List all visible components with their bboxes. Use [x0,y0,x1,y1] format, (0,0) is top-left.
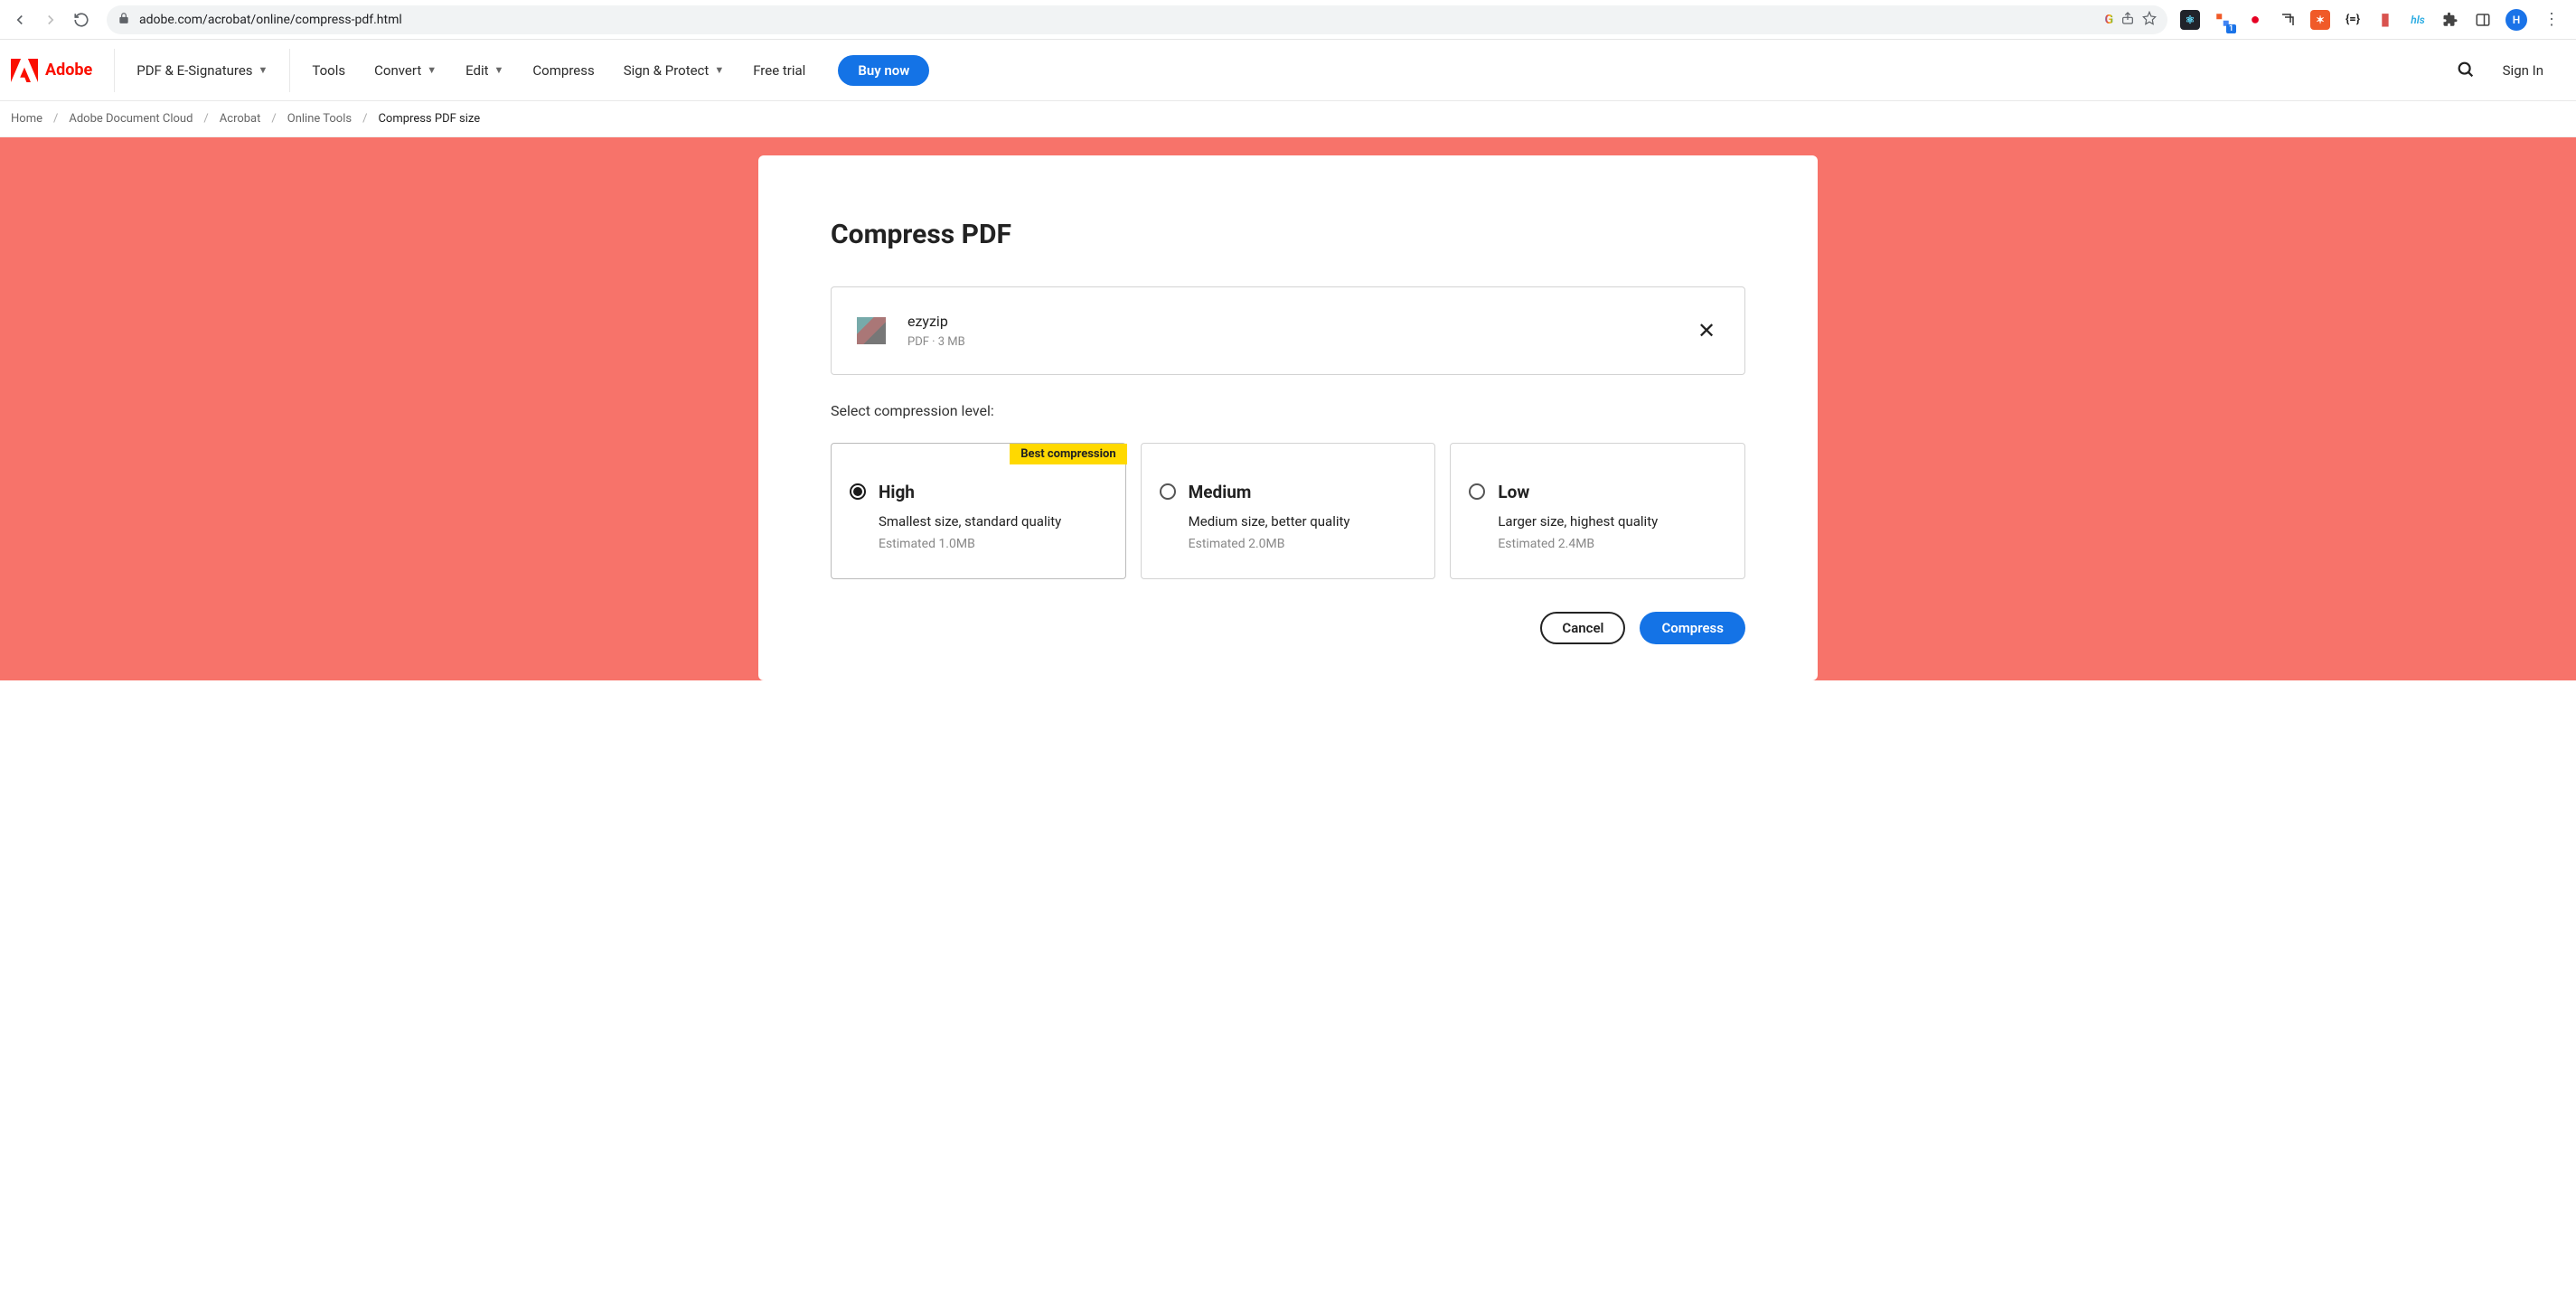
browser-menu-icon[interactable]: ⋮ [2540,10,2563,29]
nav-separator [114,49,115,92]
star-icon[interactable] [2142,11,2157,29]
reload-button[interactable] [69,7,94,33]
extension-icon[interactable]: ▮ [2375,10,2395,30]
address-bar[interactable]: adobe.com/acrobat/online/compress-pdf.ht… [107,5,2167,34]
close-icon: ✕ [1697,318,1716,343]
radio-icon [1160,483,1176,500]
chevron-down-icon: ▼ [427,64,437,76]
profile-avatar[interactable]: H [2505,9,2527,31]
chevron-down-icon: ▼ [259,64,268,76]
nav-edit[interactable]: Edit ▼ [451,40,518,100]
file-meta: PDF · 3 MB [907,335,965,349]
extension-crop-icon[interactable] [2278,10,2298,30]
nav-compress[interactable]: Compress [518,40,608,100]
remove-file-button[interactable]: ✕ [1694,318,1719,343]
radio-icon [1469,483,1485,500]
extension-react-devtools-icon[interactable]: ⚛ [2180,10,2200,30]
chevron-down-icon: ▼ [714,64,724,76]
file-name: ezyzip [907,313,965,330]
level-desc: Larger size, highest quality [1498,513,1658,530]
breadcrumb-doc-cloud[interactable]: Adobe Document Cloud [69,112,193,126]
extension-icon[interactable]: 1 [2213,10,2233,30]
address-bar-icons: G [2104,11,2157,29]
level-title: Low [1498,482,1658,502]
level-estimate: Estimated 2.0MB [1189,537,1350,551]
adobe-logo[interactable]: Adobe [11,58,107,83]
nav-convert[interactable]: Convert ▼ [360,40,451,100]
level-desc: Smallest size, standard quality [879,513,1061,530]
file-row: ezyzip PDF · 3 MB ✕ [831,286,1745,375]
buy-now-button[interactable]: Buy now [838,55,929,86]
level-estimate: Estimated 2.4MB [1498,537,1658,551]
compress-card: Compress PDF ezyzip PDF · 3 MB ✕ Select … [758,155,1818,680]
chevron-down-icon: ▼ [494,64,504,76]
page-title: Compress PDF [831,219,1745,250]
file-thumbnail [857,317,886,344]
nav-tools[interactable]: Tools [297,40,360,100]
level-title: Medium [1189,482,1350,502]
breadcrumb-acrobat[interactable]: Acrobat [220,112,261,126]
level-high[interactable]: Best compression High Smallest size, sta… [831,443,1126,579]
extensions-menu-icon[interactable] [2440,10,2460,30]
adobe-nav: Adobe PDF & E-Signatures ▼ Tools Convert… [0,40,2576,101]
nav-free-trial[interactable]: Free trial [738,40,820,100]
address-url: adobe.com/acrobat/online/compress-pdf.ht… [139,13,402,27]
lock-icon [118,12,130,28]
level-title: High [879,482,1061,502]
browser-chrome: adobe.com/acrobat/online/compress-pdf.ht… [0,0,2576,40]
hero-section: Compress PDF ezyzip PDF · 3 MB ✕ Select … [0,137,2576,680]
extension-icon[interactable]: ✶ [2310,10,2330,30]
level-medium[interactable]: Medium Medium size, better quality Estim… [1141,443,1436,579]
adobe-logo-icon [11,58,38,83]
best-compression-badge: Best compression [1010,444,1126,464]
breadcrumb-online-tools[interactable]: Online Tools [287,112,352,126]
forward-button[interactable] [38,7,63,33]
action-row: Cancel Compress [831,612,1745,644]
level-estimate: Estimated 1.0MB [879,537,1061,551]
nav-pdf-esignatures[interactable]: PDF & E-Signatures ▼ [122,40,282,100]
adobe-logo-text: Adobe [45,61,92,80]
cancel-button[interactable]: Cancel [1540,612,1625,644]
sign-in-link[interactable]: Sign In [2503,62,2543,79]
level-low[interactable]: Low Larger size, highest quality Estimat… [1450,443,1745,579]
extension-braces-icon[interactable]: {=} [2343,10,2363,30]
select-level-label: Select compression level: [831,402,1745,419]
extensions-row: ⚛ 1 ● ✶ {=} ▮ hls H ⋮ [2180,9,2569,31]
search-icon[interactable] [2456,60,2477,81]
share-icon[interactable] [2120,11,2135,29]
breadcrumb-home[interactable]: Home [11,112,42,126]
compress-button[interactable]: Compress [1640,612,1745,644]
compression-level-grid: Best compression High Smallest size, sta… [831,443,1745,579]
extension-pinterest-icon[interactable]: ● [2245,10,2265,30]
back-button[interactable] [7,7,33,33]
level-desc: Medium size, better quality [1189,513,1350,530]
nav-sign-protect[interactable]: Sign & Protect ▼ [609,40,739,100]
side-panel-icon[interactable] [2473,10,2493,30]
google-icon[interactable]: G [2104,13,2113,27]
breadcrumb-current: Compress PDF size [378,112,480,126]
breadcrumb: Home / Adobe Document Cloud / Acrobat / … [0,101,2576,137]
radio-icon [850,483,866,500]
nav-separator [289,49,290,92]
extension-hls-icon[interactable]: hls [2408,10,2428,30]
